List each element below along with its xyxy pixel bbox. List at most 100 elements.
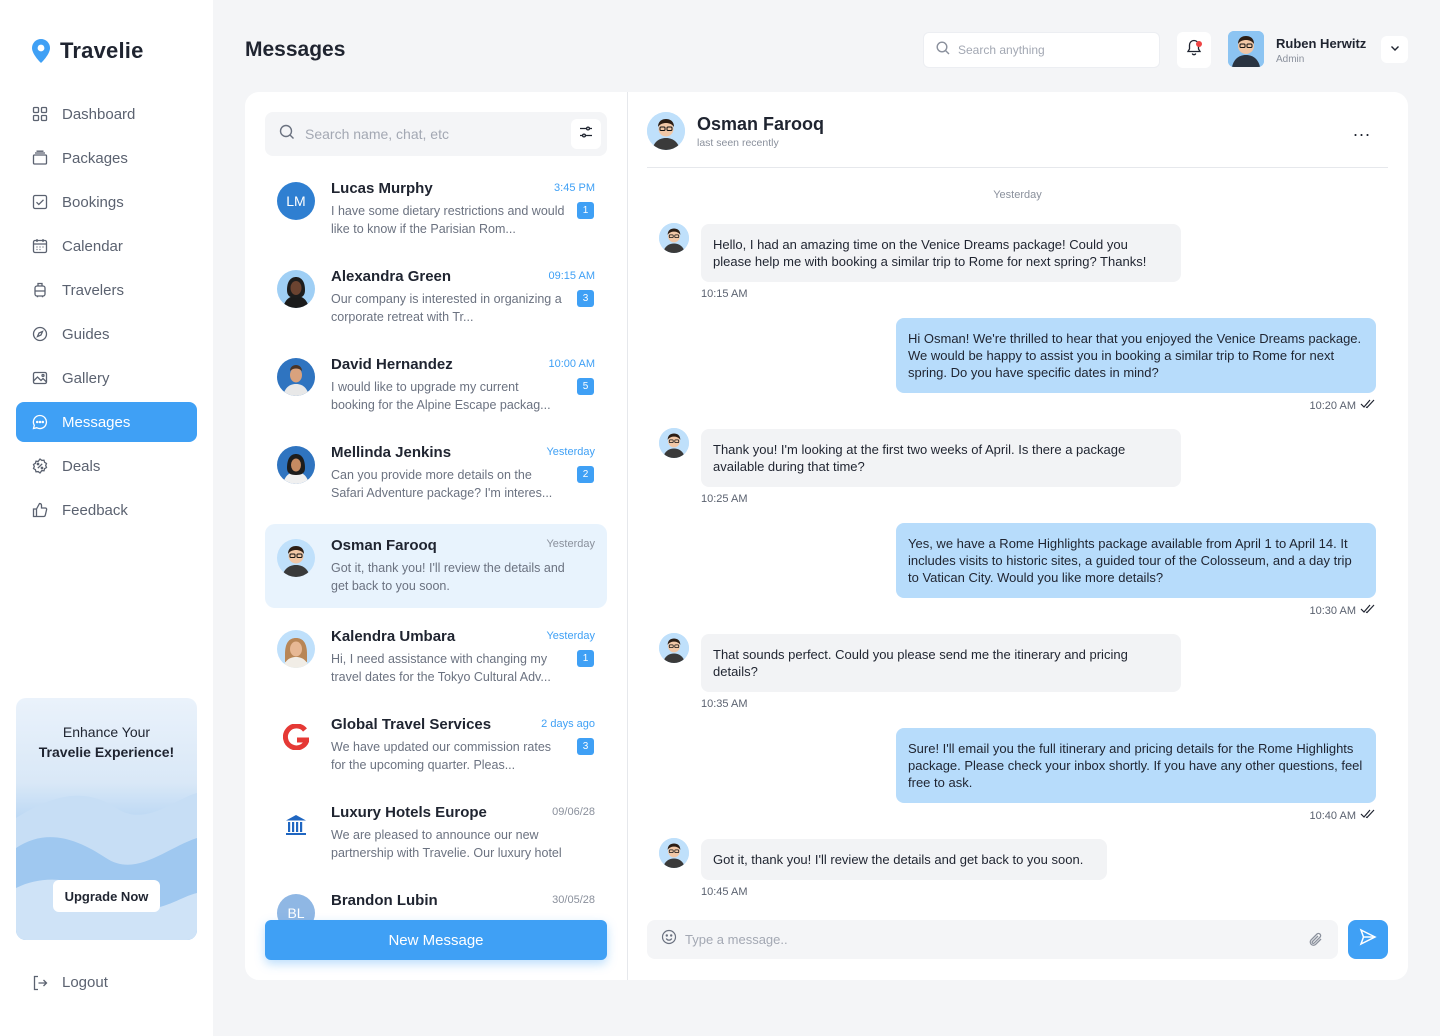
unread-badge: 1 <box>577 202 594 219</box>
new-message-button[interactable]: New Message <box>265 920 607 960</box>
sidebar-item-gallery[interactable]: Gallery <box>16 358 197 398</box>
contact-status: last seen recently <box>697 137 779 149</box>
chat-preview: Our company is interested in organizing … <box>331 292 562 324</box>
chat-name: David Hernandez <box>331 356 453 373</box>
unread-badge: 3 <box>577 290 594 307</box>
chat-list-item[interactable]: Kalendra Umbara Yesterday Hi, I need ass… <box>265 616 607 700</box>
message-time: 10:20 AM <box>1309 399 1356 412</box>
double-check-icon <box>1360 604 1376 617</box>
chat-time: 3:45 PM <box>554 182 595 194</box>
upgrade-now-button[interactable]: Upgrade Now <box>53 880 160 912</box>
chat-preview: I would like to upgrade my current booki… <box>331 380 551 412</box>
discount-icon <box>32 458 48 474</box>
thumbs-up-icon <box>32 502 48 518</box>
chat-time: 09:15 AM <box>548 270 595 282</box>
user-name: Ruben Herwitz <box>1276 36 1367 51</box>
sidebar-item-travelers[interactable]: Travelers <box>16 270 197 310</box>
sidebar-item-label: Feedback <box>62 501 128 519</box>
sidebar-item-label: Travelers <box>62 281 124 299</box>
message-meta: 10:40 AM <box>1310 809 1376 822</box>
chat-list-item[interactable]: Luxury Hotels Europe 09/06/28 We are ple… <box>265 792 607 876</box>
logout-icon <box>32 975 48 991</box>
sidebar-item-guides[interactable]: Guides <box>16 314 197 354</box>
contact-avatar[interactable] <box>647 112 685 150</box>
chat-list-item[interactable]: LM Lucas Murphy 3:45 PM I have some diet… <box>265 168 607 252</box>
chat-preview: I have some dietary restrictions and wou… <box>331 204 565 236</box>
sidebar-item-label: Deals <box>62 457 101 475</box>
send-button[interactable] <box>1348 920 1388 959</box>
message-time: 10:25 AM <box>701 493 748 505</box>
booking-check-icon <box>32 194 48 210</box>
compass-icon <box>32 326 48 342</box>
incoming-message: Got it, thank you! I'll review the detai… <box>701 839 1107 880</box>
chat-time: 30/05/28 <box>552 894 595 906</box>
sidebar-item-label: Gallery <box>62 369 110 387</box>
message-meta: 10:30 AM <box>1310 604 1376 617</box>
chat-name: Lucas Murphy <box>331 180 433 197</box>
global-search-input[interactable] <box>958 43 1138 57</box>
sidebar-item-packages[interactable]: Packages <box>16 138 197 178</box>
chat-list-item[interactable]: David Hernandez 10:00 AM I would like to… <box>265 344 607 428</box>
user-menu-dropdown[interactable] <box>1381 36 1408 63</box>
sidebar-item-calendar[interactable]: Calendar <box>16 226 197 266</box>
notifications-button[interactable] <box>1177 32 1211 68</box>
sidebar-item-messages[interactable]: Messages <box>16 402 197 442</box>
incoming-message: Thank you! I'm looking at the first two … <box>701 429 1181 487</box>
sidebar-item-label: Bookings <box>62 193 124 211</box>
chat-list-item[interactable]: Mellinda Jenkins Yesterday Can you provi… <box>265 432 607 516</box>
chat-time: 10:00 AM <box>548 358 595 370</box>
search-icon <box>936 40 950 60</box>
app-name: Travelie <box>60 38 144 63</box>
user-avatar[interactable] <box>1228 31 1264 67</box>
chat-list-item[interactable]: BL Brandon Lubin 30/05/28 <box>265 880 607 920</box>
global-search[interactable] <box>923 32 1160 68</box>
user-role: Admin <box>1276 54 1305 65</box>
chat-list-item[interactable]: Alexandra Green 09:15 AM Our company is … <box>265 256 607 340</box>
hotel-building-icon <box>277 806 315 844</box>
chat-name: Alexandra Green <box>331 268 452 285</box>
message-input[interactable] <box>685 932 1285 947</box>
filter-button[interactable] <box>571 119 601 149</box>
sidebar-item-dashboard[interactable]: Dashboard <box>16 94 197 134</box>
chat-search[interactable] <box>265 112 607 156</box>
grid-icon <box>32 106 48 122</box>
message-time: 10:30 AM <box>1309 604 1356 617</box>
logout-button[interactable]: Logout <box>32 974 108 991</box>
promo-line-1: Enhance Your <box>62 724 151 740</box>
outgoing-message: Sure! I'll email you the full itinerary … <box>896 728 1376 803</box>
incoming-message: That sounds perfect. Could you please se… <box>701 634 1181 692</box>
chat-time: 2 days ago <box>541 718 595 730</box>
outgoing-message: Yes, we have a Rome Highlights package a… <box>896 523 1376 598</box>
paperclip-icon[interactable] <box>1308 931 1324 953</box>
chat-list-item-active[interactable]: Osman Farooq Yesterday Got it, thank you… <box>265 524 607 608</box>
sidebar-item-deals[interactable]: Deals <box>16 446 197 486</box>
message-meta: 10:20 AM <box>1310 399 1376 412</box>
emoji-icon[interactable] <box>661 929 677 950</box>
double-check-icon <box>1360 399 1376 412</box>
unread-badge: 3 <box>577 738 594 755</box>
avatar: LM <box>277 182 315 220</box>
message-composer[interactable] <box>647 920 1338 959</box>
chat-search-input[interactable] <box>305 126 555 142</box>
chat-time: Yesterday <box>546 630 595 642</box>
avatar <box>277 358 315 396</box>
unread-badge: 2 <box>577 466 594 483</box>
avatar <box>277 446 315 484</box>
package-icon <box>32 150 48 166</box>
app-logo[interactable]: Travelie <box>32 38 144 64</box>
panel-divider <box>627 92 628 980</box>
sidebar-item-feedback[interactable]: Feedback <box>16 490 197 530</box>
search-icon <box>279 124 295 145</box>
message-avatar <box>659 223 689 253</box>
sidebar-item-label: Guides <box>62 325 110 343</box>
location-pin-icon <box>32 39 50 63</box>
sidebar-item-bookings[interactable]: Bookings <box>16 182 197 222</box>
message-avatar <box>659 428 689 458</box>
global-travel-logo-icon <box>277 718 315 756</box>
more-options-icon[interactable]: ... <box>1353 120 1371 141</box>
unread-badge: 5 <box>577 378 594 395</box>
message-time: 10:40 AM <box>1309 809 1356 822</box>
chat-preview: Hi, I need assistance with changing my t… <box>331 652 551 684</box>
chat-list-item[interactable]: Global Travel Services 2 days ago We hav… <box>265 704 607 788</box>
day-separator: Yesterday <box>993 189 1042 201</box>
